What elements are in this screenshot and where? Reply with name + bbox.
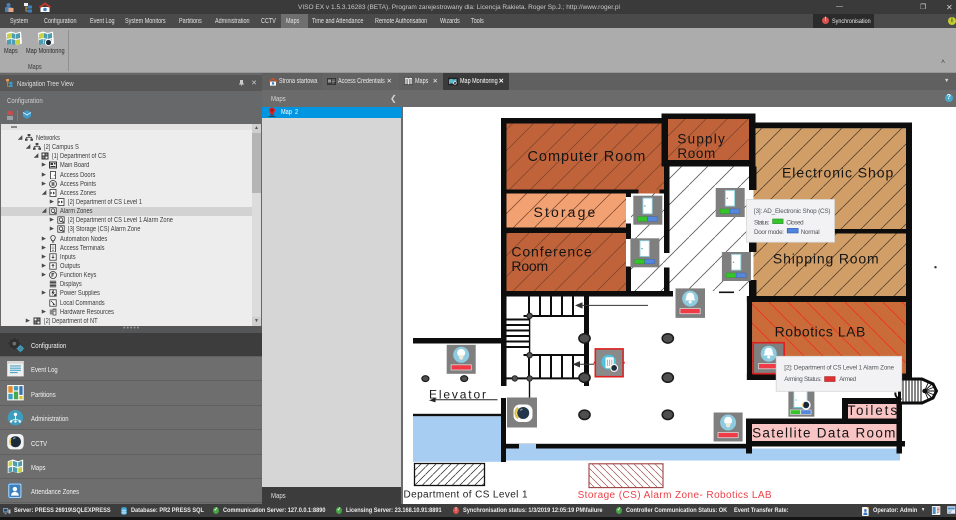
svg-text:Computer Room: Computer Room — [528, 149, 646, 165]
svg-text:Armed: Armed — [839, 376, 856, 383]
svg-text:Door mode:: Door mode: — [754, 229, 784, 236]
svg-text:Shipping Room: Shipping Room — [773, 251, 879, 267]
svg-text:Storage (CS) Alarm Zone- Robot: Storage (CS) Alarm Zone- Robotics LAB — [578, 490, 772, 501]
svg-text:Room: Room — [677, 146, 715, 161]
svg-text:Status:: Status: — [754, 220, 770, 227]
svg-text:Robotics LAB: Robotics LAB — [775, 324, 866, 340]
svg-text:Department of CS Level 1: Department of CS Level 1 — [404, 490, 528, 501]
svg-text:[2]: Department of CS Level 1: [2]: Department of CS Level 1 Alarm Zone — [784, 365, 894, 372]
svg-text:[3]: AD_Electronic Shop (CS): [3]: AD_Electronic Shop (CS) — [754, 208, 831, 215]
svg-text:Normal: Normal — [801, 229, 820, 236]
svg-text:Closed: Closed — [786, 220, 804, 227]
svg-text:Room: Room — [511, 258, 548, 274]
svg-text:Satellite Data Room: Satellite Data Room — [752, 426, 896, 441]
svg-text:Supply: Supply — [677, 132, 725, 147]
svg-text:Electronic Shop: Electronic Shop — [782, 165, 894, 181]
svg-text:Arming Status:: Arming Status: — [784, 376, 822, 383]
